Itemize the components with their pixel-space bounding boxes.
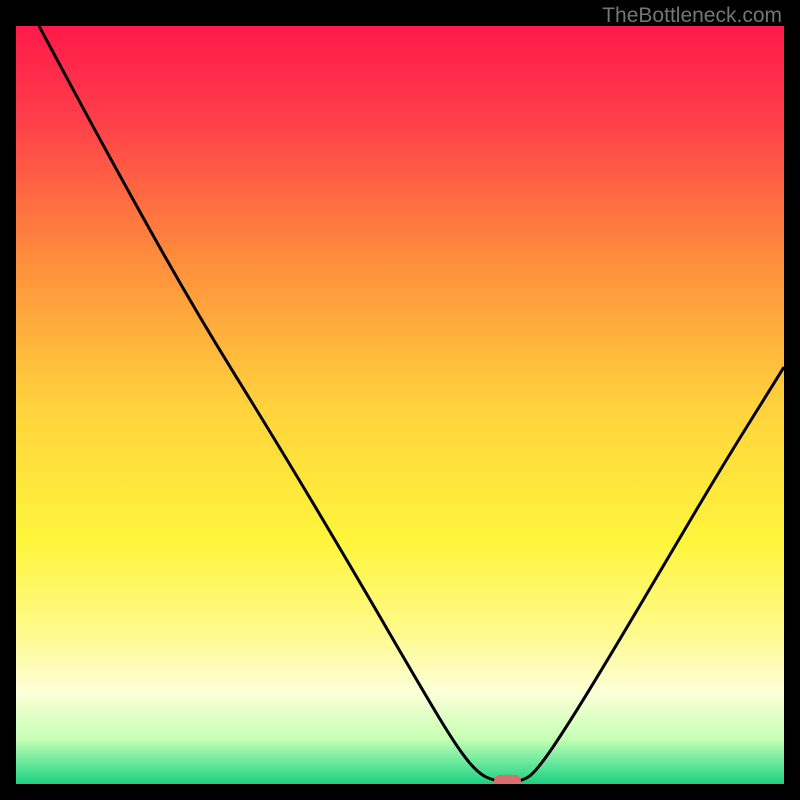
- chart-plot-area: [16, 26, 784, 784]
- optimal-marker: [494, 775, 521, 784]
- chart-svg: [16, 26, 784, 784]
- chart-background: [16, 26, 784, 784]
- watermark-text: TheBottleneck.com: [602, 4, 782, 28]
